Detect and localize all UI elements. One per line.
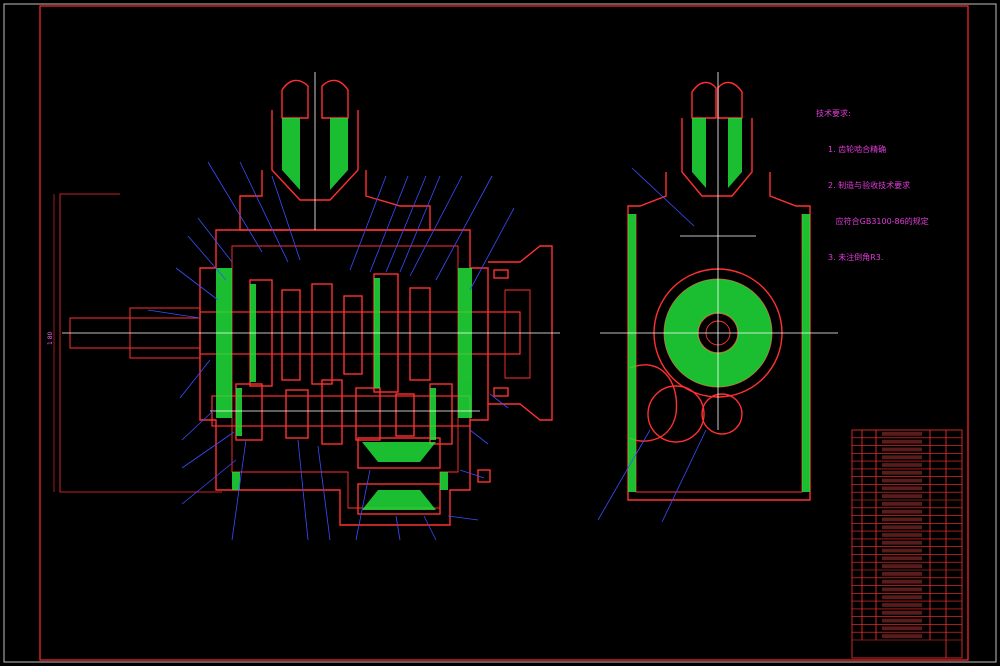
parts-list-rows — [852, 432, 962, 641]
parts-list-entry-mark — [882, 470, 922, 475]
side-view-hatching — [628, 118, 810, 492]
parts-list-entry-mark — [882, 478, 922, 483]
parts-list-entry-mark — [882, 634, 922, 638]
technical-requirement-line-1: 1. 齿轮啮合精确 — [828, 145, 887, 154]
parts-list-entry-mark — [882, 494, 922, 498]
main-section-view — [53, 79, 553, 526]
parts-list-entry-mark — [882, 564, 922, 568]
technical-requirements-title: 技术要求: — [816, 109, 851, 118]
parts-list-entry-mark — [882, 463, 922, 467]
parts-list-entry-mark — [882, 556, 922, 561]
technical-requirement-line-2: 2. 制造与验收技术要求 — [828, 181, 911, 190]
parts-list-entry-mark — [882, 626, 922, 631]
technical-requirement-line-3: 应符合GB3100-86的规定 — [828, 217, 929, 226]
parts-list-entry-mark — [882, 455, 922, 460]
parts-list-entry-mark — [882, 572, 922, 576]
parts-list-entry-mark — [882, 486, 922, 491]
parts-list-entry-mark — [882, 509, 922, 514]
parts-list-entry-mark — [882, 579, 922, 584]
parts-list-entry-mark — [882, 447, 922, 452]
parts-list-entry-mark — [882, 610, 922, 615]
main-view-centerlines — [62, 72, 560, 412]
parts-list-entry-mark — [882, 587, 922, 592]
technical-requirement-line-4: 3. 未注倒角R3. — [828, 253, 884, 262]
parts-list-entry-mark — [882, 432, 922, 436]
technical-requirements-notes: 技术要求: 1. 齿轮啮合精确 2. 制造与验收技术要求 应符合GB3100-8… — [816, 84, 929, 276]
overall-height-dimension: 1 80 — [47, 331, 54, 345]
parts-list-entry-mark — [882, 618, 922, 623]
parts-list-entry-mark — [882, 525, 922, 530]
parts-list-entry-mark — [882, 595, 922, 600]
parts-list-entry-mark — [882, 540, 922, 545]
parts-list-entry-mark — [882, 502, 922, 506]
parts-list-entry-mark — [882, 548, 922, 553]
parts-list-entry-mark — [882, 439, 922, 444]
parts-list-entry-mark — [882, 603, 922, 607]
parts-list-entry-mark — [882, 517, 922, 522]
parts-list-entry-mark — [882, 533, 922, 537]
